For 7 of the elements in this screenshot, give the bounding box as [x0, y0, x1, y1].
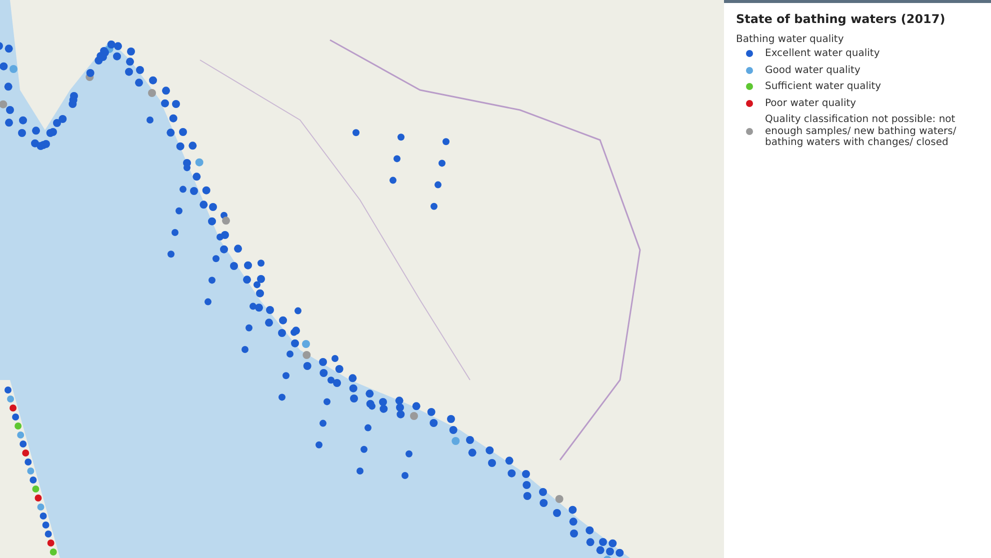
- legend-label: Excellent water quality: [765, 48, 880, 60]
- legend-label: Sufficient water quality: [765, 81, 882, 92]
- legend-label: Quality classification not possible: not enough samples/ new bathing waters/ bathing waters with changes/ closed: [765, 114, 958, 148]
- legend-label: Poor water quality: [765, 98, 856, 109]
- legend-label: Good water quality: [765, 64, 860, 76]
- legend-subtitle: Bathing water quality: [736, 34, 845, 45]
- legend-title: State of bathing waters (2017): [736, 12, 946, 26]
